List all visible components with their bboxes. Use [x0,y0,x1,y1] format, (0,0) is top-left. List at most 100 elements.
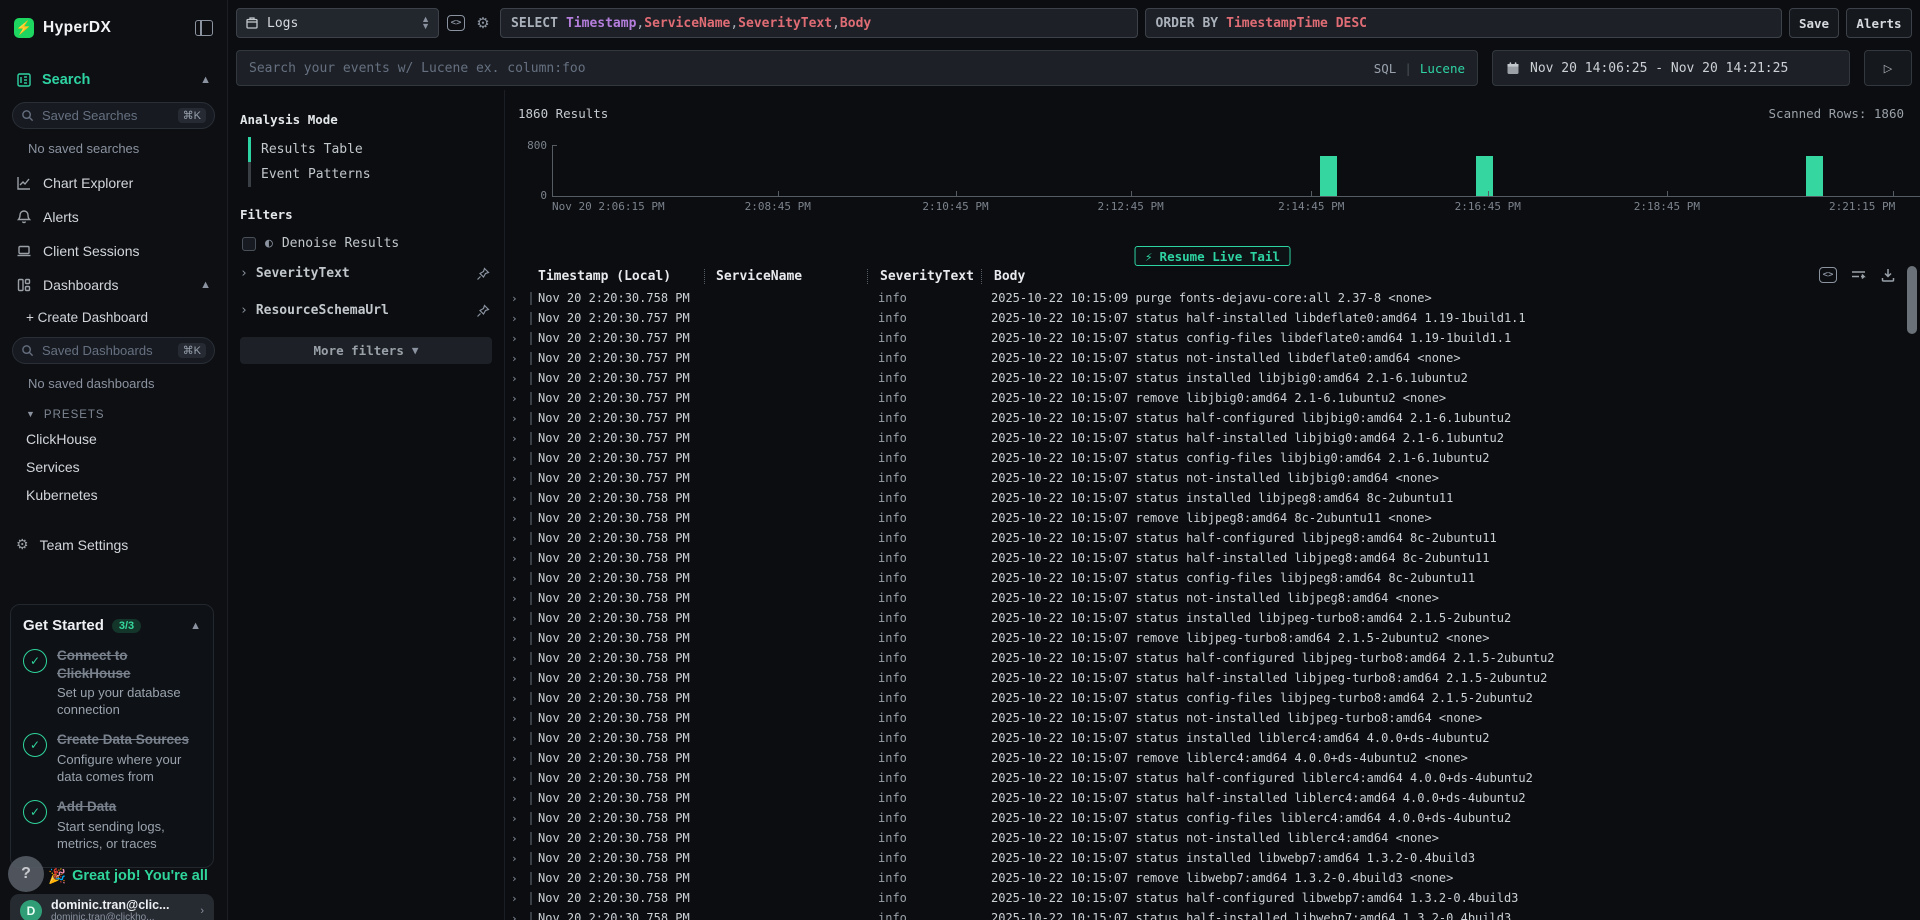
expand-row-icon[interactable]: › [505,892,530,905]
log-row[interactable]: ›Nov 20 2:20:30.757 PMinfo2025-10-22 10:… [505,468,1900,488]
saved-searches-input[interactable]: Saved Searches ⌘K [12,102,215,129]
log-row[interactable]: ›Nov 20 2:20:30.758 PMinfo2025-10-22 10:… [505,768,1900,788]
user-menu[interactable]: D dominic.tran@clic... dominic.tran@clic… [10,894,214,920]
log-row[interactable]: ›Nov 20 2:20:30.757 PMinfo2025-10-22 10:… [505,428,1900,448]
log-row[interactable]: ›Nov 20 2:20:30.758 PMinfo2025-10-22 10:… [505,608,1900,628]
log-row[interactable]: ›Nov 20 2:20:30.758 PMinfo2025-10-22 10:… [505,808,1900,828]
expand-row-icon[interactable]: › [505,312,530,325]
log-row[interactable]: ›Nov 20 2:20:30.757 PMinfo2025-10-22 10:… [505,348,1900,368]
save-button[interactable]: Save [1789,8,1839,38]
log-row[interactable]: ›Nov 20 2:20:30.758 PMinfo2025-10-22 10:… [505,568,1900,588]
expand-row-icon[interactable]: › [505,772,530,785]
log-row[interactable]: ›Nov 20 2:20:30.758 PMinfo2025-10-22 10:… [505,728,1900,748]
expand-row-icon[interactable]: › [505,472,530,485]
alerts-button[interactable]: Alerts [1846,8,1912,38]
log-row[interactable]: ›Nov 20 2:20:30.758 PMinfo2025-10-22 10:… [505,868,1900,888]
pin-icon[interactable] [476,267,490,281]
histogram-bar[interactable] [1476,156,1493,196]
expand-row-icon[interactable]: › [505,872,530,885]
expand-row-icon[interactable]: › [505,612,530,625]
presets-toggle[interactable]: ▼ PRESETS [0,401,227,425]
expand-row-icon[interactable]: › [505,832,530,845]
expand-row-icon[interactable]: › [505,512,530,525]
expand-row-icon[interactable]: › [505,292,530,305]
expand-row-icon[interactable]: › [505,532,530,545]
language-lucene-option[interactable]: Lucene [1420,61,1465,76]
expand-row-icon[interactable]: › [505,752,530,765]
log-row[interactable]: ›Nov 20 2:20:30.758 PMinfo2025-10-22 10:… [505,788,1900,808]
sidebar-item-team-settings[interactable]: ⚙ Team Settings [0,527,227,562]
more-filters-button[interactable]: More filters ▼ [240,337,492,364]
preset-services[interactable]: Services [0,453,227,481]
log-row[interactable]: ›Nov 20 2:20:30.758 PMinfo2025-10-22 10:… [505,528,1900,548]
get-started-step[interactable]: ✓ Connect to ClickHouse Set up your data… [23,647,201,718]
preset-kubernetes[interactable]: Kubernetes [0,481,227,509]
expand-row-icon[interactable]: › [505,812,530,825]
chevron-up-icon[interactable]: ▲ [200,279,211,291]
log-row[interactable]: ›Nov 20 2:20:30.758 PMinfo2025-10-22 10:… [505,888,1900,908]
event-search-input[interactable]: Search your events w/ Lucene ex. column:… [236,50,1478,86]
expand-row-icon[interactable]: › [505,392,530,405]
histogram-bar[interactable] [1320,156,1337,196]
log-row[interactable]: ›Nov 20 2:20:30.758 PMinfo2025-10-22 10:… [505,488,1900,508]
expand-row-icon[interactable]: › [505,432,530,445]
histogram-bar[interactable] [1806,156,1823,196]
sidebar-item-alerts[interactable]: Alerts [0,200,227,234]
time-range-picker[interactable]: Nov 20 14:06:25 - Nov 20 14:21:25 [1492,50,1850,86]
log-row[interactable]: ›Nov 20 2:20:30.758 PMinfo2025-10-22 10:… [505,288,1900,308]
log-row[interactable]: ›Nov 20 2:20:30.757 PMinfo2025-10-22 10:… [505,388,1900,408]
column-header-servicename[interactable]: ServiceName [705,269,867,284]
expand-row-icon[interactable]: › [505,492,530,505]
select-clause-input[interactable]: SELECT Timestamp,ServiceName,SeverityTex… [500,8,1138,38]
chevron-up-icon[interactable]: ▲ [190,620,201,632]
log-row[interactable]: ›Nov 20 2:20:30.757 PMinfo2025-10-22 10:… [505,368,1900,388]
scrollbar-thumb[interactable] [1907,266,1917,334]
run-query-button[interactable]: ▷ [1864,50,1912,86]
expand-row-icon[interactable]: › [505,732,530,745]
expand-row-icon[interactable]: › [505,652,530,665]
denoise-checkbox[interactable] [242,237,256,251]
log-row[interactable]: ›Nov 20 2:20:30.758 PMinfo2025-10-22 10:… [505,828,1900,848]
create-dashboard-button[interactable]: + Create Dashboard [0,302,227,333]
log-row[interactable]: ›Nov 20 2:20:30.757 PMinfo2025-10-22 10:… [505,308,1900,328]
expand-row-icon[interactable]: › [505,792,530,805]
column-header-severitytext[interactable]: SeverityText [868,269,981,284]
expand-row-icon[interactable]: › [505,332,530,345]
log-row[interactable]: ›Nov 20 2:20:30.758 PMinfo2025-10-22 10:… [505,668,1900,688]
expand-row-icon[interactable]: › [505,572,530,585]
language-sql-option[interactable]: SQL [1374,61,1397,76]
expand-row-icon[interactable]: › [505,592,530,605]
log-row[interactable]: ›Nov 20 2:20:30.758 PMinfo2025-10-22 10:… [505,628,1900,648]
log-row[interactable]: ›Nov 20 2:20:30.758 PMinfo2025-10-22 10:… [505,648,1900,668]
expand-row-icon[interactable]: › [505,412,530,425]
log-row[interactable]: ›Nov 20 2:20:30.758 PMinfo2025-10-22 10:… [505,748,1900,768]
expand-row-icon[interactable]: › [505,692,530,705]
get-started-step[interactable]: ✓ Add Data Start sending logs, metrics, … [23,798,201,852]
expand-row-icon[interactable]: › [505,712,530,725]
filter-group-resourceschemaurl[interactable]: › ResourceSchemaUrl [228,292,504,329]
preset-clickhouse[interactable]: ClickHouse [0,425,227,453]
scrollbar-track[interactable] [1907,262,1917,920]
gear-icon[interactable]: ⚙ [473,13,493,33]
log-row[interactable]: ›Nov 20 2:20:30.758 PMinfo2025-10-22 10:… [505,848,1900,868]
column-header-timestamp[interactable]: Timestamp (Local) [538,269,704,284]
resume-live-tail-button[interactable]: ⚡ Resume Live Tail [1134,246,1291,266]
column-header-body[interactable]: Body [982,269,1900,284]
log-row[interactable]: ›Nov 20 2:20:30.758 PMinfo2025-10-22 10:… [505,508,1900,528]
help-button[interactable]: ? [8,856,44,892]
expand-row-icon[interactable]: › [505,352,530,365]
order-by-input[interactable]: ORDER BY TimestampTime DESC [1145,8,1783,38]
expand-row-icon[interactable]: › [505,372,530,385]
sidebar-item-dashboards[interactable]: Dashboards ▲ [0,268,227,302]
sidebar-item-search[interactable]: Search ▲ [0,62,227,98]
source-select[interactable]: Logs ▲▼ [236,8,439,38]
mode-results-table[interactable]: Results Table [248,137,504,162]
results-histogram[interactable] [552,145,1912,196]
expand-row-icon[interactable]: › [505,452,530,465]
sidebar-collapse-icon[interactable] [195,20,213,36]
get-started-step[interactable]: ✓ Create Data Sources Configure where yo… [23,731,201,785]
filter-group-severitytext[interactable]: › SeverityText [228,255,504,292]
log-row[interactable]: ›Nov 20 2:20:30.758 PMinfo2025-10-22 10:… [505,548,1900,568]
chevron-up-icon[interactable]: ▲ [200,74,211,86]
expand-row-icon[interactable]: › [505,852,530,865]
